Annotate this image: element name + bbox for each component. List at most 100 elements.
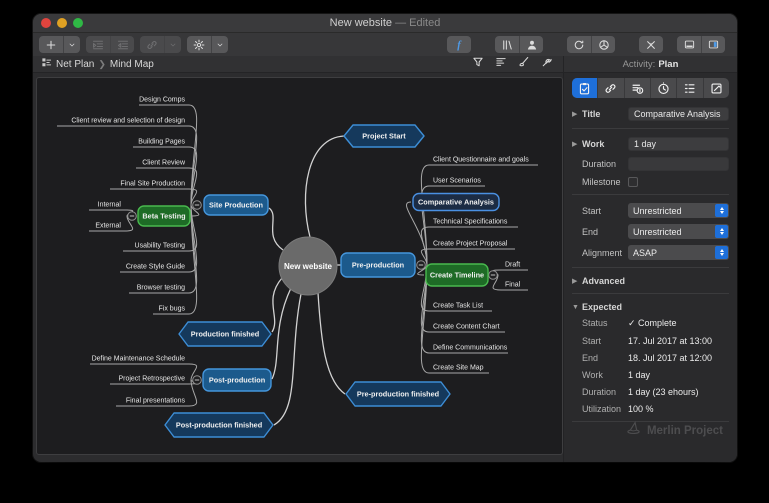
titlebar: New website — Edited	[33, 14, 737, 33]
link-button[interactable]	[140, 36, 164, 53]
gear-button[interactable]	[187, 36, 211, 53]
mindmap-node-pre-production-finished[interactable]: Pre-production finished	[346, 382, 450, 406]
mindmap-leaf[interactable]: Final	[505, 282, 521, 289]
mindmap-leaf[interactable]: Building Pages	[138, 139, 185, 146]
branch-link-pre-production-finished	[318, 293, 345, 394]
end-constraint-popup[interactable]: Unrestricted	[628, 224, 729, 239]
expected-row: Work1 day	[572, 370, 729, 380]
settings-wrench-button[interactable]	[541, 55, 553, 73]
expected-section: Status✓ CompleteStart17. Jul 2017 at 13:…	[572, 318, 729, 414]
mindmap-node-project-start[interactable]: Project Start	[344, 125, 424, 147]
mindmap-leaf[interactable]: Create Style Guide	[126, 264, 185, 271]
chevron-down-button[interactable]	[63, 36, 80, 53]
collapse-button[interactable]	[489, 271, 498, 280]
collapse-button[interactable]	[417, 261, 426, 270]
panel-bottom-button[interactable]	[677, 36, 701, 53]
mindmap-node-post-production-finished[interactable]: Post-production finished	[165, 413, 273, 437]
collapse-button[interactable]	[193, 376, 202, 385]
title-input[interactable]	[628, 107, 729, 121]
advanced-disclosure[interactable]: ▶	[572, 277, 582, 285]
collapse-button[interactable]	[193, 201, 202, 210]
start-constraint-popup[interactable]: Unrestricted	[628, 203, 729, 218]
milestone-checkbox[interactable]	[628, 177, 638, 187]
title-disclosure[interactable]: ▶	[572, 110, 582, 118]
mindmap-leaf[interactable]: Design Comps	[139, 97, 185, 104]
align-list-button[interactable]	[495, 55, 507, 73]
popup-stepper-icon	[715, 225, 728, 238]
mindmap-leaf[interactable]: Final Site Production	[120, 181, 185, 188]
mindmap-leaf[interactable]: Technical Specifications	[433, 219, 508, 226]
mindmap-leaf[interactable]: Draft	[505, 262, 520, 269]
mindmap-leaf[interactable]: Define Maintenance Schedule	[92, 356, 186, 363]
breadcrumb-view[interactable]: Net Plan	[56, 59, 94, 70]
mindmap-leaf[interactable]: Final presentations	[126, 398, 186, 405]
work-disclosure[interactable]: ▶	[572, 140, 582, 148]
svg-text:Post-production finished: Post-production finished	[176, 421, 262, 430]
mindmap-leaf[interactable]: Project Retrospective	[118, 376, 185, 383]
outdent-button[interactable]	[110, 36, 134, 53]
panel-right-button[interactable]	[701, 36, 725, 53]
mindmap-leaf[interactable]: Client Questionnaire and goals	[433, 157, 529, 164]
mindmap-leaf[interactable]: Client Review	[142, 160, 186, 167]
reports-pie-button[interactable]	[591, 36, 615, 53]
app-window: New website — Edited f Net Plan ❯ Mind M…	[33, 14, 737, 462]
toolbar-left	[39, 36, 234, 53]
filter-funnel-button[interactable]	[472, 55, 484, 73]
window-controls	[41, 18, 83, 28]
inspector-tab-pencil-note[interactable]	[703, 78, 729, 98]
mindmap-node-beta-testing[interactable]: Beta Testing	[138, 206, 190, 226]
breadcrumb-separator: ❯	[98, 59, 106, 70]
minimize-button[interactable]	[57, 18, 67, 28]
mindmap-leaf[interactable]: User Scenarios	[433, 178, 481, 185]
mindmap-node-production-finished[interactable]: Production finished	[179, 322, 271, 346]
mindmap-leaf[interactable]: Fix bugs	[159, 306, 186, 313]
mindmap-canvas[interactable]: Design Comps Client review and selection …	[36, 77, 563, 455]
work-input[interactable]	[628, 137, 729, 151]
mindmap-root-node[interactable]: New website	[279, 237, 337, 295]
svg-text:New website: New website	[284, 262, 333, 271]
inspector-tab-chain-link[interactable]	[597, 78, 623, 98]
sync-button[interactable]	[567, 36, 591, 53]
path-bar: Net Plan ❯ Mind Map	[33, 56, 563, 72]
mindmap-node-create-timeline[interactable]: Create Timeline	[426, 264, 488, 286]
mindmap-leaf[interactable]: Define Communications	[433, 345, 508, 352]
plus-button[interactable]	[39, 36, 63, 53]
alignment-label: Alignment	[582, 248, 628, 258]
mindmap-leaf[interactable]: Usability Testing	[135, 243, 186, 250]
mindmap-leaf[interactable]: Create Content Chart	[433, 324, 500, 331]
format-brush-button[interactable]	[518, 55, 530, 73]
app-logo-text: Merlin Project	[647, 425, 723, 437]
mindmap-node-comparative-analysis[interactable]: Comparative Analysis	[413, 194, 499, 211]
mindmap-leaf[interactable]: External	[95, 223, 121, 230]
zoom-button[interactable]	[73, 18, 83, 28]
indent-button[interactable]	[86, 36, 110, 53]
breadcrumb-subview[interactable]: Mind Map	[110, 59, 154, 70]
mindmap-leaf[interactable]: Internal	[98, 202, 122, 209]
mindmap-leaf[interactable]: Browser testing	[137, 285, 185, 292]
mindmap-node-pre-production[interactable]: Pre-production	[341, 253, 415, 277]
expected-disclosure[interactable]: ▼	[572, 304, 582, 311]
collapse-button[interactable]	[128, 212, 137, 221]
chevron-down-button[interactable]	[211, 36, 228, 53]
alignment-popup[interactable]: ASAP	[628, 245, 729, 260]
popup-stepper-icon	[715, 246, 728, 259]
mindmap-leaf[interactable]: Create Task List	[433, 303, 483, 310]
close-button[interactable]	[41, 18, 51, 28]
mindmap-node-post-production[interactable]: Post-production	[203, 369, 271, 391]
breadcrumb[interactable]: Net Plan ❯ Mind Map	[41, 57, 154, 71]
netplan-icon	[41, 57, 52, 71]
inspector-tab-fields-list[interactable]	[676, 78, 702, 98]
library-button[interactable]	[495, 36, 519, 53]
duration-input[interactable]	[628, 157, 729, 171]
styles-f-button[interactable]: f	[447, 36, 471, 53]
mindmap-node-site-production[interactable]: Site Production	[204, 195, 268, 215]
mindmap-leaf[interactable]: Client review and selection of design	[71, 118, 185, 125]
inspector-tab-clock[interactable]	[650, 78, 676, 98]
chevron-down-button[interactable]	[164, 36, 181, 53]
inspector-tab-budget-coin[interactable]	[624, 78, 650, 98]
inspector-tab-clipboard-check[interactable]	[572, 78, 597, 98]
utilities-x-button[interactable]	[639, 36, 663, 53]
person-button[interactable]	[519, 36, 543, 53]
mindmap-leaf[interactable]: Create Site Map	[433, 365, 484, 372]
mindmap-leaf[interactable]: Create Project Proposal	[433, 241, 508, 248]
